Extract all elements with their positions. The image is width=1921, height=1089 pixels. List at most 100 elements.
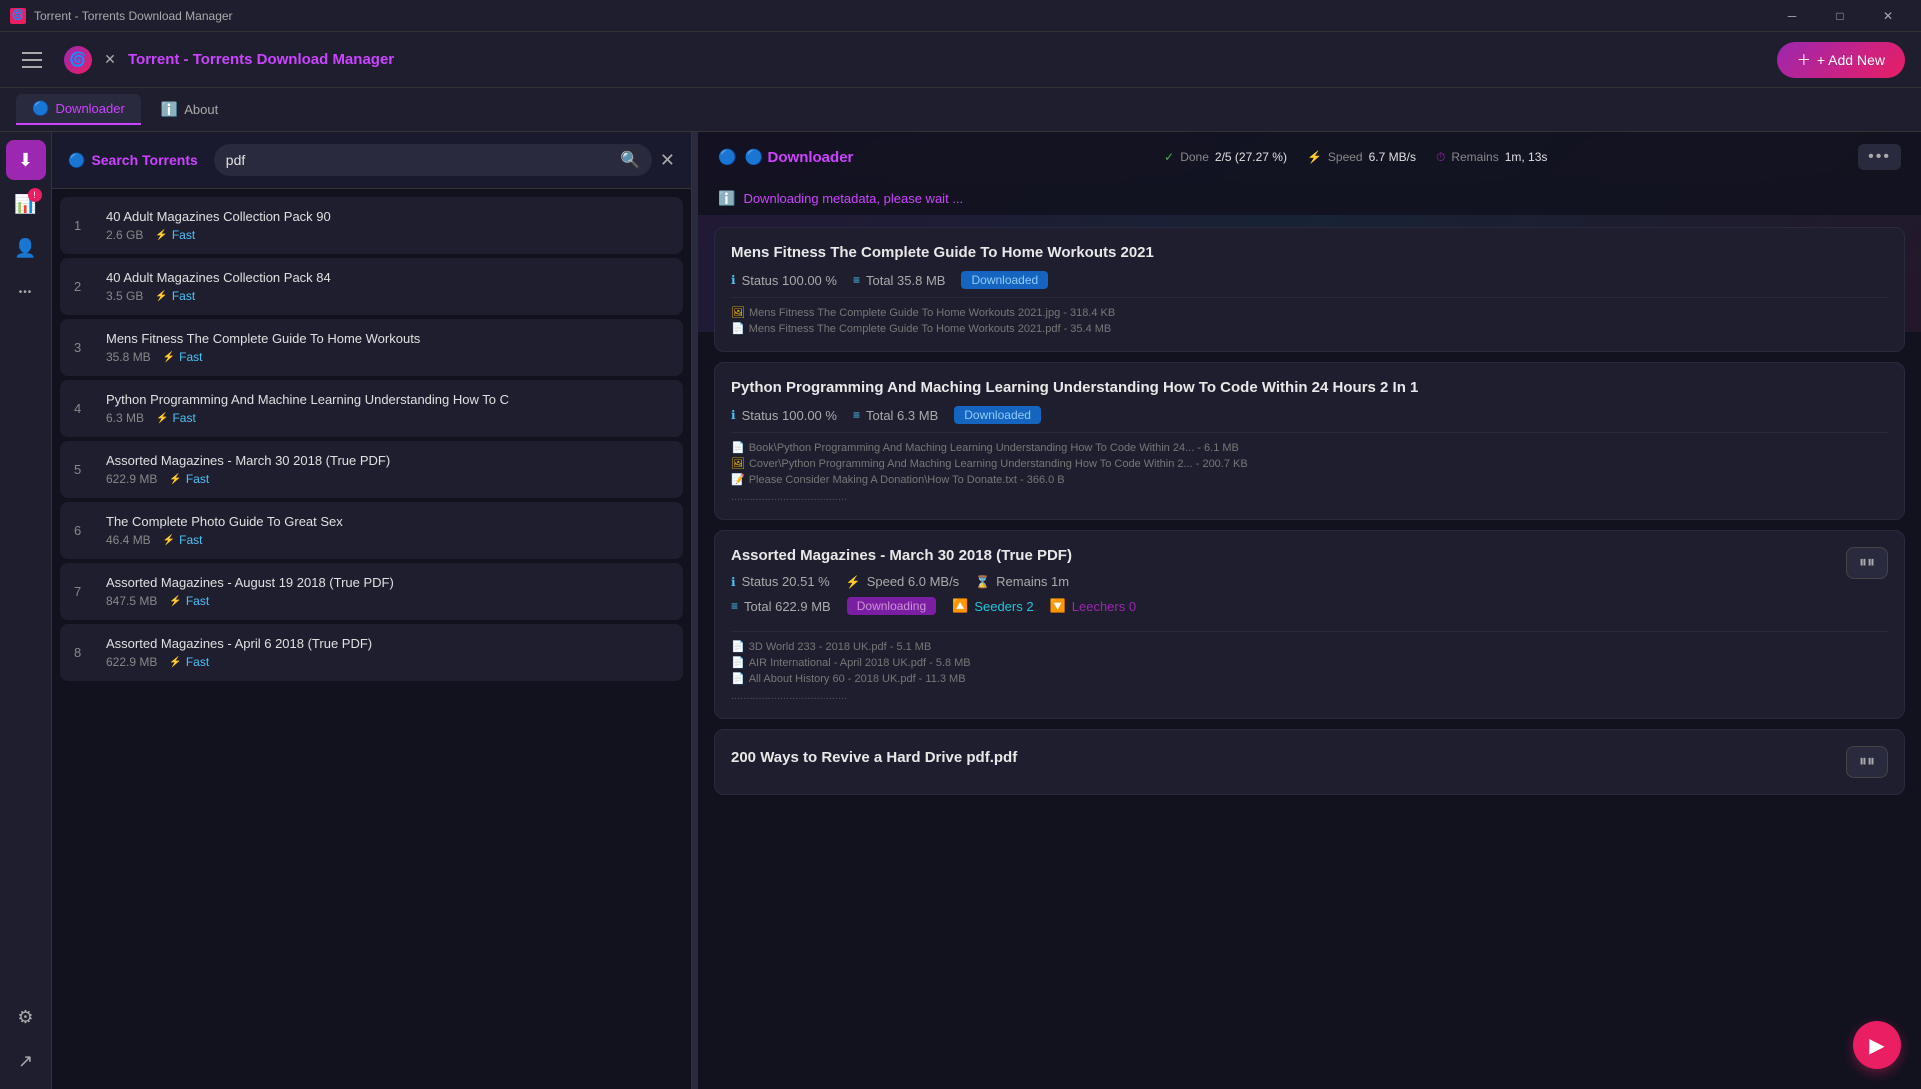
add-new-button[interactable]: ＋ + Add New bbox=[1777, 42, 1905, 78]
pause-button[interactable]: ⏸⏸ bbox=[1846, 547, 1888, 579]
downloader-stats: ✓ Done 2/5 (27.27 %) ⚡ Speed 6.7 MB/s ⏱ … bbox=[1164, 150, 1547, 165]
list-item[interactable]: 7 Assorted Magazines - August 19 2018 (T… bbox=[60, 563, 683, 620]
search-title-icon: 🔵 bbox=[68, 152, 85, 169]
search-header: 🔵 Search Torrents 🔍 ✕ bbox=[52, 132, 691, 189]
app-icon: 🌀 bbox=[10, 8, 26, 24]
speed-label: Fast bbox=[186, 594, 209, 608]
download-card-1: Mens Fitness The Complete Guide To Home … bbox=[714, 227, 1905, 352]
card-3-badge: Downloading bbox=[847, 597, 936, 615]
done-value: 2/5 (27.27 %) bbox=[1215, 150, 1287, 164]
fast-icon: ⚡ bbox=[155, 291, 167, 302]
sidebar-more-button[interactable]: ••• bbox=[6, 272, 46, 312]
file-item: 📄 Mens Fitness The Complete Guide To Hom… bbox=[731, 322, 1888, 335]
minimize-button[interactable]: ─ bbox=[1769, 0, 1815, 32]
list-item[interactable]: 6 The Complete Photo Guide To Great Sex … bbox=[60, 502, 683, 559]
speed-label: Fast bbox=[179, 350, 202, 364]
sidebar-chart-button[interactable]: 📊 ! bbox=[6, 184, 46, 224]
result-size: 2.6 GB bbox=[106, 228, 143, 242]
list-item[interactable]: 3 Mens Fitness The Complete Guide To Hom… bbox=[60, 319, 683, 376]
fast-icon: ⚡ bbox=[163, 535, 175, 546]
sidebar-export-button[interactable]: ↗ bbox=[6, 1041, 46, 1081]
pdf-file-icon: 📄 bbox=[731, 640, 745, 653]
result-meta: 3.5 GB ⚡ Fast bbox=[106, 289, 669, 303]
list-item[interactable]: 8 Assorted Magazines - April 6 2018 (Tru… bbox=[60, 624, 683, 681]
file-name: AIR International - April 2018 UK.pdf - … bbox=[749, 657, 971, 669]
card-1-total-text: Total 35.8 MB bbox=[866, 273, 946, 288]
clear-search-button[interactable]: ✕ bbox=[660, 150, 675, 171]
result-name: Mens Fitness The Complete Guide To Home … bbox=[106, 331, 566, 346]
speed-label: Fast bbox=[186, 655, 209, 669]
result-name: Assorted Magazines - March 30 2018 (True… bbox=[106, 453, 566, 468]
card-2-files: 📄 Book\Python Programming And Maching Le… bbox=[731, 432, 1888, 503]
list-item[interactable]: 5 Assorted Magazines - March 30 2018 (Tr… bbox=[60, 441, 683, 498]
close-tab-button[interactable]: ✕ bbox=[100, 50, 120, 70]
tab-about[interactable]: ℹ️ About bbox=[145, 95, 234, 124]
more-options-button[interactable]: ••• bbox=[1858, 144, 1901, 170]
result-name: Assorted Magazines - April 6 2018 (True … bbox=[106, 636, 566, 651]
fast-icon: ⚡ bbox=[169, 474, 181, 485]
fast-icon: ⚡ bbox=[169, 596, 181, 607]
sidebar-settings-button[interactable]: ⚙ bbox=[6, 997, 46, 1037]
card-2-total: ≡ Total 6.3 MB bbox=[853, 408, 938, 423]
card-1-status-row: ℹ Status 100.00 % ≡ Total 35.8 MB Downlo… bbox=[731, 271, 1888, 289]
main-layout: ⬇ 📊 ! 👤 ••• ⚙ ↗ 🔵 Search Torrents bbox=[0, 132, 1921, 1089]
file-item: 📄 AIR International - April 2018 UK.pdf … bbox=[731, 656, 1888, 669]
done-label: Done bbox=[1180, 150, 1209, 164]
fast-icon: ⚡ bbox=[155, 230, 167, 241]
result-info: Assorted Magazines - April 6 2018 (True … bbox=[106, 636, 669, 669]
sidebar-user-button[interactable]: 👤 bbox=[6, 228, 46, 268]
checkmark-icon: ✓ bbox=[1164, 150, 1174, 164]
fast-icon: ⚡ bbox=[169, 657, 181, 668]
pdf-file-icon: 📄 bbox=[731, 322, 745, 335]
card-3-speed-text: Speed 6.0 MB/s bbox=[867, 574, 960, 589]
speed-value: 6.7 MB/s bbox=[1369, 150, 1416, 164]
result-number: 1 bbox=[74, 218, 94, 233]
hdd-icon: ≡ bbox=[853, 408, 860, 422]
downloader-content: 🔵 🔵 Downloader ✓ Done 2/5 (27.27 %) ⚡ Sp… bbox=[698, 132, 1921, 1089]
card-3-remains: ⌛ Remains 1m bbox=[975, 574, 1069, 589]
search-panel: 🔵 Search Torrents 🔍 ✕ 1 40 Adult Magazin… bbox=[52, 132, 692, 1089]
remains-label: Remains bbox=[1451, 150, 1498, 164]
result-name: Python Programming And Machine Learning … bbox=[106, 392, 566, 407]
list-item[interactable]: 4 Python Programming And Machine Learnin… bbox=[60, 380, 683, 437]
settings-icon: ⚙ bbox=[17, 1007, 33, 1028]
search-title-text: Search Torrents bbox=[91, 152, 197, 168]
card-3-status-row-2: ≡ Total 622.9 MB Downloading 🔼 Seeders 2 bbox=[731, 597, 1846, 615]
speed-badge: ⚡ Fast bbox=[156, 411, 196, 425]
result-meta: 46.4 MB ⚡ Fast bbox=[106, 533, 669, 547]
app-title-area: 🌀 ✕ Torrent - Torrents Download Manager bbox=[64, 46, 1761, 74]
list-item[interactable]: 2 40 Adult Magazines Collection Pack 84 … bbox=[60, 258, 683, 315]
result-info: 40 Adult Magazines Collection Pack 84 3.… bbox=[106, 270, 669, 303]
pdf-file-icon: 📄 bbox=[731, 672, 745, 685]
pause-button-4[interactable]: ⏸⏸ bbox=[1846, 746, 1888, 778]
info-circle-icon: ℹ bbox=[731, 408, 736, 422]
file-name: Please Consider Making A Donation\How To… bbox=[749, 474, 1065, 486]
result-meta: 622.9 MB ⚡ Fast bbox=[106, 472, 669, 486]
sidebar-download-button[interactable]: ⬇ bbox=[6, 140, 46, 180]
title-bar: 🌀 Torrent - Torrents Download Manager ─ … bbox=[0, 0, 1921, 32]
result-info: Assorted Magazines - August 19 2018 (Tru… bbox=[106, 575, 669, 608]
card-3-total: ≡ Total 622.9 MB bbox=[731, 599, 831, 614]
pdf-file-icon: 📄 bbox=[731, 656, 745, 669]
chart-badge: ! bbox=[28, 188, 42, 202]
result-number: 3 bbox=[74, 340, 94, 355]
info-circle-icon: ℹ bbox=[731, 575, 736, 589]
card-3-remains-text: Remains 1m bbox=[996, 574, 1069, 589]
result-number: 2 bbox=[74, 279, 94, 294]
card-2-status: ℹ Status 100.00 % bbox=[731, 408, 837, 423]
result-number: 5 bbox=[74, 462, 94, 477]
export-icon: ↗ bbox=[18, 1051, 33, 1072]
list-item[interactable]: 1 40 Adult Magazines Collection Pack 90 … bbox=[60, 197, 683, 254]
more-dots-icon: ••• bbox=[19, 287, 33, 298]
search-button[interactable]: 🔍 bbox=[620, 150, 640, 170]
close-button[interactable]: ✕ bbox=[1865, 0, 1911, 32]
tab-downloader[interactable]: 🔵 Downloader bbox=[16, 94, 141, 125]
search-input[interactable] bbox=[226, 152, 612, 168]
card-3-leechers: 🔽 Leechers 0 bbox=[1050, 598, 1137, 614]
title-bar-info: 🌀 Torrent - Torrents Download Manager bbox=[10, 8, 233, 24]
speed-badge: ⚡ Fast bbox=[169, 594, 209, 608]
maximize-button[interactable]: □ bbox=[1817, 0, 1863, 32]
result-number: 4 bbox=[74, 401, 94, 416]
hamburger-button[interactable] bbox=[16, 44, 48, 76]
result-number: 7 bbox=[74, 584, 94, 599]
